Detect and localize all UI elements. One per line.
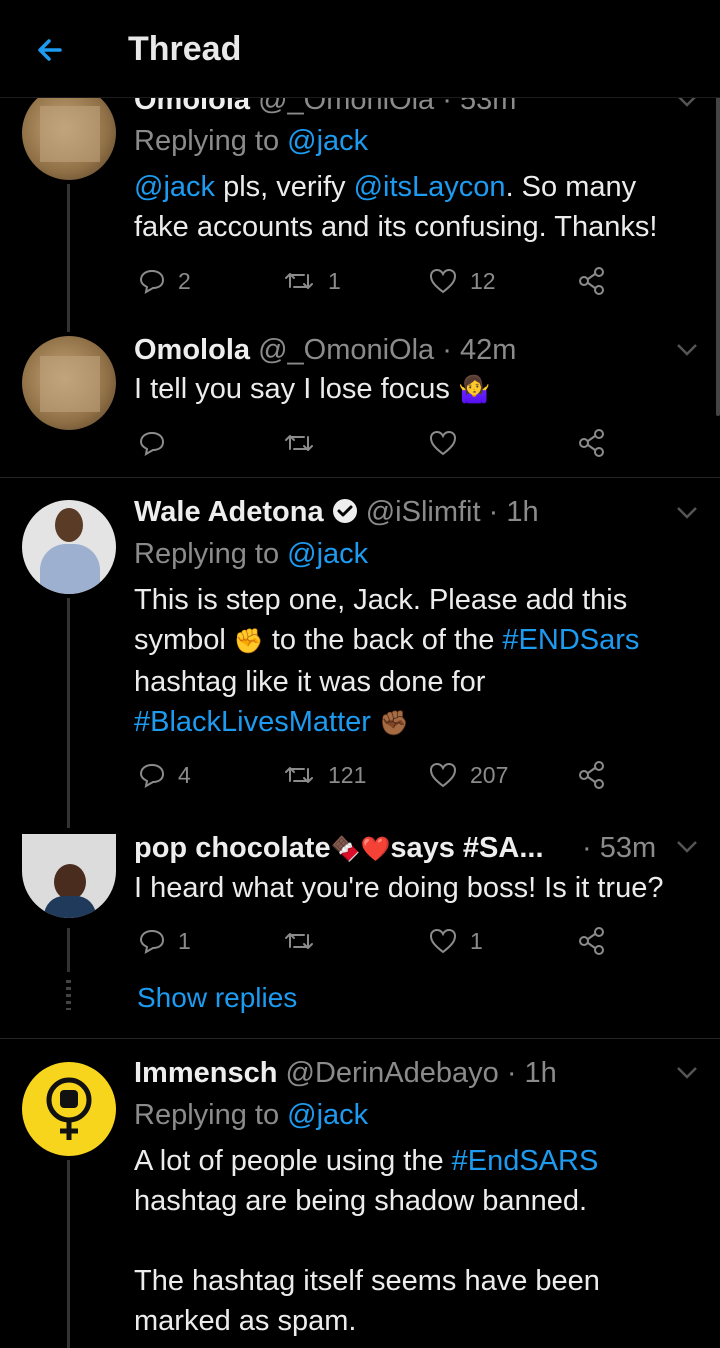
page-title: Thread	[128, 30, 242, 68]
replying-to-link[interactable]: @jack	[287, 1099, 368, 1131]
more-replies-dots	[66, 980, 71, 1010]
chevron-down-icon[interactable]	[676, 1066, 698, 1080]
author-name[interactable]: pop chocolate	[134, 832, 331, 864]
reply-button[interactable]: 1	[138, 926, 191, 956]
like-button[interactable]: 12	[428, 266, 496, 296]
emoji: ✊🏾	[379, 710, 409, 737]
emoji: ✊	[233, 628, 264, 655]
tweet-text: A lot of people using the #EndSARS hasht…	[134, 1145, 600, 1337]
show-replies-link[interactable]: Show replies	[137, 982, 297, 1014]
like-button[interactable]: 207	[428, 760, 508, 790]
mention-link[interactable]: @jack	[134, 171, 215, 203]
retweet-icon	[285, 273, 313, 289]
author-handle[interactable]: @iSlimfit	[366, 496, 481, 528]
share-button[interactable]	[577, 760, 607, 790]
share-button[interactable]	[577, 926, 607, 956]
thread-line	[67, 1160, 70, 1348]
reply-icon	[139, 929, 165, 954]
reply-button[interactable]	[138, 428, 178, 458]
avatar[interactable]	[22, 1062, 116, 1156]
thread-line	[67, 928, 70, 972]
share-icon	[579, 927, 604, 955]
retweet-icon	[285, 933, 313, 949]
hashtag-link[interactable]: #BlackLivesMatter	[134, 706, 371, 738]
chevron-down-icon[interactable]	[676, 840, 698, 854]
thread-line	[67, 184, 70, 332]
author-handle[interactable]: @_OmoniOla	[258, 334, 434, 366]
timestamp: · 42m	[442, 334, 517, 366]
mention-link[interactable]: @itsLaycon	[354, 171, 506, 203]
retweet-button[interactable]: 121	[282, 760, 366, 790]
heart-icon	[429, 762, 457, 788]
author-name[interactable]: Wale Adetona	[134, 496, 324, 528]
like-button[interactable]: 1	[428, 926, 483, 956]
hashtag-link[interactable]: #EndSARS	[452, 1145, 599, 1177]
author-name-suffix: says #SA...	[390, 832, 544, 864]
author-name[interactable]: Immensch	[134, 1057, 277, 1089]
replying-prefix: Replying to	[134, 1099, 280, 1131]
feminist-fist-icon	[46, 1077, 92, 1140]
retweet-icon	[285, 767, 313, 783]
retweet-icon	[285, 435, 313, 451]
share-button[interactable]	[577, 428, 607, 458]
heart-icon	[429, 268, 457, 294]
share-icon	[579, 761, 604, 789]
author-handle[interactable]: @DerinAdebayo	[286, 1057, 499, 1089]
avatar[interactable]	[22, 336, 116, 430]
timestamp: · 1h	[506, 1057, 557, 1089]
tweet-text: This is step one, Jack. Please add this …	[134, 584, 640, 738]
divider	[0, 1038, 720, 1039]
emoji: 🤷‍♀️	[458, 374, 491, 404]
verified-badge-icon	[332, 499, 357, 523]
tweet-text: I heard what you're doing boss! Is it tr…	[134, 872, 664, 904]
thread-line	[67, 598, 70, 828]
heart-icon	[429, 928, 457, 954]
avatar[interactable]	[22, 500, 116, 594]
name-emoji: 🍫❤️	[330, 836, 391, 863]
share-icon	[579, 429, 604, 457]
replying-prefix: Replying to	[134, 125, 280, 157]
avatar[interactable]	[22, 834, 116, 918]
timestamp: · 1h	[488, 496, 539, 528]
tweet-text: @jack pls, verify @itsLaycon. So many fa…	[134, 171, 658, 243]
timestamp: · 53m	[582, 832, 657, 864]
chevron-down-icon[interactable]	[676, 343, 698, 357]
replying-to-link[interactable]: @jack	[287, 125, 368, 157]
chevron-down-icon[interactable]	[676, 506, 698, 520]
like-button[interactable]	[428, 428, 470, 458]
replying-prefix: Replying to	[134, 538, 280, 570]
hashtag-link[interactable]: #ENDSars	[502, 624, 639, 656]
retweet-button[interactable]	[282, 428, 328, 458]
retweet-button[interactable]	[282, 926, 328, 956]
heart-icon	[429, 430, 457, 456]
reply-icon	[139, 269, 165, 294]
tweet-text: I tell you say I lose focus 🤷‍♀️	[134, 373, 491, 405]
share-icon	[579, 267, 604, 295]
reply-icon	[139, 763, 165, 788]
retweet-button[interactable]: 1	[282, 266, 341, 296]
reply-icon	[139, 431, 165, 456]
replying-to-link[interactable]: @jack	[287, 538, 368, 570]
avatar[interactable]	[22, 86, 116, 180]
share-button[interactable]	[577, 266, 607, 296]
divider	[0, 477, 720, 478]
reply-button[interactable]: 2	[138, 266, 191, 296]
scrollbar[interactable]	[716, 96, 720, 416]
reply-button[interactable]: 4	[138, 760, 191, 790]
back-arrow-icon[interactable]	[30, 30, 70, 70]
author-name[interactable]: Omolola	[134, 334, 250, 366]
top-bar: Thread	[0, 0, 720, 98]
